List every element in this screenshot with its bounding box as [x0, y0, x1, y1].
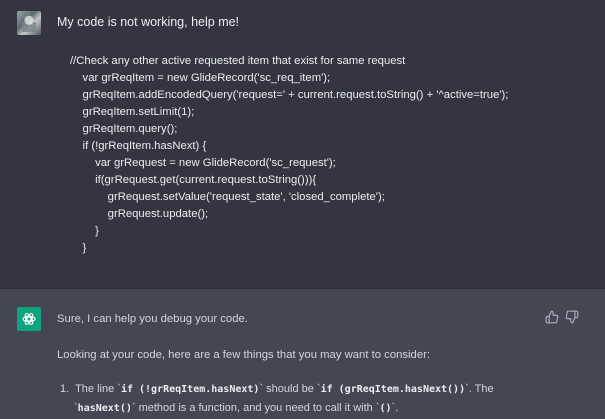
inline-code: if (grReqItem.hasNext()) [320, 384, 466, 395]
inline-code: hasNext() [77, 403, 132, 414]
code-line: grReqItem.addEncodedQuery('request=' + c… [70, 89, 509, 101]
list-text: 1. The line ` [60, 383, 121, 395]
code-line: grReqItem.setLimit(1); [70, 106, 195, 118]
code-line: } [70, 225, 99, 237]
code-line: var grReqItem = new GlideRecord('sc_req_… [70, 72, 331, 84]
user-avatar [17, 11, 41, 35]
feedback-buttons [545, 310, 579, 324]
inline-code: () [379, 403, 392, 414]
list-text: `. The [465, 383, 494, 395]
code-line: grReqItem.query(); [70, 123, 178, 135]
user-code-block: //Check any other active requested item … [70, 53, 508, 257]
user-message: My code is not working, help me! //Check… [0, 0, 605, 289]
assistant-intro: Sure, I can help you debug your code. [57, 313, 248, 325]
code-line: if (!grReqItem.hasNext) { [70, 140, 207, 152]
list-item: 1. The line `if (!grReqItem.hasNext)` sh… [60, 383, 494, 395]
assistant-lead: Looking at your code, here are a few thi… [57, 349, 431, 361]
code-line: } [70, 242, 87, 254]
code-line: //Check any other active requested item … [70, 55, 406, 67]
list-text: ` method is a function, and you need to … [131, 402, 380, 414]
inline-code: if (!grReqItem.hasNext) [120, 384, 260, 395]
openai-logo-icon [17, 307, 41, 331]
code-line: if(grRequest.get(current.request.toStrin… [70, 174, 317, 186]
thumbs-up-icon[interactable] [545, 310, 559, 324]
code-line: grRequest.update(); [70, 208, 209, 220]
list-item-continued: `hasNext()` method is a function, and yo… [74, 402, 398, 414]
user-message-text: My code is not working, help me! [57, 15, 240, 29]
list-text: `. [391, 402, 399, 414]
code-line: grRequest.setValue('request_state', 'clo… [70, 191, 385, 203]
list-text: ` should be ` [259, 383, 321, 395]
thumbs-down-icon[interactable] [565, 310, 579, 324]
code-line: var grRequest = new GlideRecord('sc_requ… [70, 157, 336, 169]
